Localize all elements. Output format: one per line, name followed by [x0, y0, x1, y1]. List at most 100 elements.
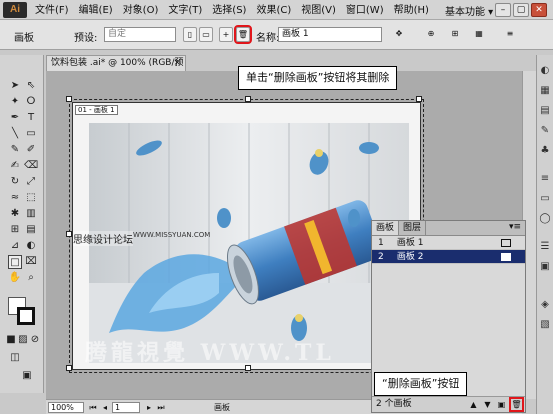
resize-handle-bl[interactable]: [66, 365, 72, 371]
draw-normal-icon[interactable]: ◫: [8, 351, 22, 365]
forum-url-watermark: WWW.MISSYUAN.COM: [133, 231, 211, 239]
close-window-button[interactable]: ✕: [531, 3, 547, 17]
delete-artboard-button[interactable]: 🗑: [234, 25, 252, 44]
new-artboard-icon[interactable]: ▣: [496, 399, 507, 410]
panel-tabs: 画板 图层 ▾≡: [372, 221, 525, 236]
artboard-count: 2 个画板: [376, 399, 412, 409]
artboard-options-icon[interactable]: ▦: [472, 27, 486, 42]
artboard-row-1[interactable]: 1 画板 1: [372, 236, 525, 250]
menu-select[interactable]: 选择(S): [207, 4, 251, 18]
gradient-tool-icon[interactable]: ▤: [24, 223, 38, 237]
artboard-options-icon[interactable]: [501, 253, 511, 261]
status-text: 画板: [214, 403, 230, 412]
scale-tool-icon[interactable]: ⤢: [24, 175, 38, 189]
artboard[interactable]: 01 - 画板 1 思缘设计论坛 WWW.MISSYUAN.COM 腾龍視覺 W…: [66, 96, 424, 373]
blend-tool-icon[interactable]: ◐: [24, 239, 38, 253]
artboard-number-field[interactable]: 1: [112, 402, 140, 413]
landscape-icon[interactable]: ▭: [199, 27, 213, 42]
magic-wand-tool-icon[interactable]: ✦: [8, 95, 22, 109]
artboard-name-input[interactable]: 画板 1: [278, 27, 382, 42]
document-tab[interactable]: 饮料包装 .ai* @ 100% (RGB/预览) ×: [46, 55, 186, 83]
menu-file[interactable]: 文件(F): [30, 4, 74, 18]
graphic-styles-icon[interactable]: ▣: [539, 261, 551, 273]
close-tab-icon[interactable]: ×: [173, 56, 181, 71]
transparency-panel-icon[interactable]: ◯: [539, 213, 551, 225]
menu-view[interactable]: 视图(V): [296, 4, 341, 18]
resize-handle-t[interactable]: [245, 96, 251, 102]
panel-menu-icon[interactable]: ▾≡: [505, 221, 525, 235]
maximize-button[interactable]: ▢: [513, 3, 529, 17]
menu-window[interactable]: 窗口(W): [341, 4, 389, 18]
blob-brush-tool-icon[interactable]: ✍: [8, 159, 22, 173]
free-transform-tool-icon[interactable]: ⬚: [24, 191, 38, 205]
artboard-label: 01 - 画板 1: [75, 105, 118, 115]
move-with-artboard-icon[interactable]: ✥: [392, 27, 406, 42]
gradient-panel-icon[interactable]: ▭: [539, 193, 551, 205]
first-artboard-icon[interactable]: ⏮: [88, 402, 98, 413]
menu-edit[interactable]: 编辑(E): [74, 4, 118, 18]
none-mode-icon[interactable]: ⊘: [28, 333, 42, 347]
paintbrush-tool-icon[interactable]: ✎: [8, 143, 22, 157]
show-crosshair-icon[interactable]: ⊞: [448, 27, 462, 42]
minimize-button[interactable]: –: [495, 3, 511, 17]
last-artboard-icon[interactable]: ⏭: [156, 402, 166, 413]
artboard-tool-icon[interactable]: □: [8, 255, 22, 269]
line-tool-icon[interactable]: ╲: [8, 127, 22, 141]
swatches-panel-icon[interactable]: ▤: [539, 105, 551, 117]
tab-artboards[interactable]: 画板: [372, 221, 400, 235]
artboards-panel-icon[interactable]: ▧: [539, 319, 551, 331]
pen-tool-icon[interactable]: ✒: [8, 111, 22, 125]
move-down-icon[interactable]: ▼: [482, 399, 493, 410]
tab-layers[interactable]: 图层: [399, 221, 427, 235]
align-icon[interactable]: ≡: [503, 27, 517, 42]
rotate-tool-icon[interactable]: ↻: [8, 175, 22, 189]
layers-panel-icon[interactable]: ◈: [539, 299, 551, 311]
stroke-panel-icon[interactable]: ≡: [539, 173, 551, 185]
preset-select[interactable]: 自定: [104, 27, 176, 42]
pencil-tool-icon[interactable]: ✐: [24, 143, 38, 157]
delete-artboard-button[interactable]: 🗑: [509, 397, 524, 412]
eyedropper-tool-icon[interactable]: ⊿: [8, 239, 22, 253]
panel-footer: 2 个画板 ▲ ▼ ▣ 🗑: [372, 396, 525, 412]
workspace-switcher[interactable]: 基本功能 ▾: [445, 3, 493, 18]
rectangle-tool-icon[interactable]: ▭: [24, 127, 38, 141]
color-guide-icon[interactable]: ▦: [539, 85, 551, 97]
screen-mode-icon[interactable]: ▣: [20, 369, 34, 383]
slice-tool-icon[interactable]: ⌧: [24, 255, 38, 269]
eraser-tool-icon[interactable]: ⌫: [24, 159, 38, 173]
zoom-tool-icon[interactable]: ⌕: [24, 271, 38, 285]
color-panel-icon[interactable]: ◐: [539, 65, 551, 77]
symbols-panel-icon[interactable]: ♣: [539, 145, 551, 157]
appearance-panel-icon[interactable]: ☰: [539, 241, 551, 253]
resize-handle-tr[interactable]: [416, 96, 422, 102]
menu-effect[interactable]: 效果(C): [251, 4, 296, 18]
hand-tool-icon[interactable]: ✋: [8, 271, 22, 285]
new-artboard-icon[interactable]: +: [219, 27, 233, 42]
graph-tool-icon[interactable]: ▥: [24, 207, 38, 221]
show-center-icon[interactable]: ⊕: [424, 27, 438, 42]
selection-tool-icon[interactable]: ➤: [8, 79, 22, 93]
menu-object[interactable]: 对象(O): [118, 4, 164, 18]
menu-type[interactable]: 文字(T): [163, 4, 207, 18]
resize-handle-tl[interactable]: [66, 96, 72, 102]
brushes-panel-icon[interactable]: ✎: [539, 125, 551, 137]
direct-selection-tool-icon[interactable]: ⇖: [24, 79, 38, 93]
artboard-options-icon[interactable]: [501, 239, 511, 247]
portrait-icon[interactable]: ▯: [183, 27, 197, 42]
prev-artboard-icon[interactable]: ◂: [100, 402, 110, 413]
warp-tool-icon[interactable]: ≈: [8, 191, 22, 205]
callout-top: 单击“删除画板”按钮将其删除: [238, 66, 398, 90]
lasso-tool-icon[interactable]: ⵔ: [24, 95, 38, 109]
name-label: 名称:: [256, 33, 280, 44]
resize-handle-l[interactable]: [66, 231, 72, 237]
stroke-swatch[interactable]: [17, 307, 35, 325]
symbol-sprayer-tool-icon[interactable]: ✱: [8, 207, 22, 221]
move-up-icon[interactable]: ▲: [468, 399, 479, 410]
artboard-row-2[interactable]: 2 画板 2: [372, 250, 525, 264]
mesh-tool-icon[interactable]: ⊞: [8, 223, 22, 237]
zoom-field[interactable]: 100%: [48, 402, 84, 413]
type-tool-icon[interactable]: T: [24, 111, 38, 125]
menu-help[interactable]: 帮助(H): [389, 4, 434, 18]
next-artboard-icon[interactable]: ▸: [144, 402, 154, 413]
artboard-row-name: 画板 2: [396, 252, 424, 262]
